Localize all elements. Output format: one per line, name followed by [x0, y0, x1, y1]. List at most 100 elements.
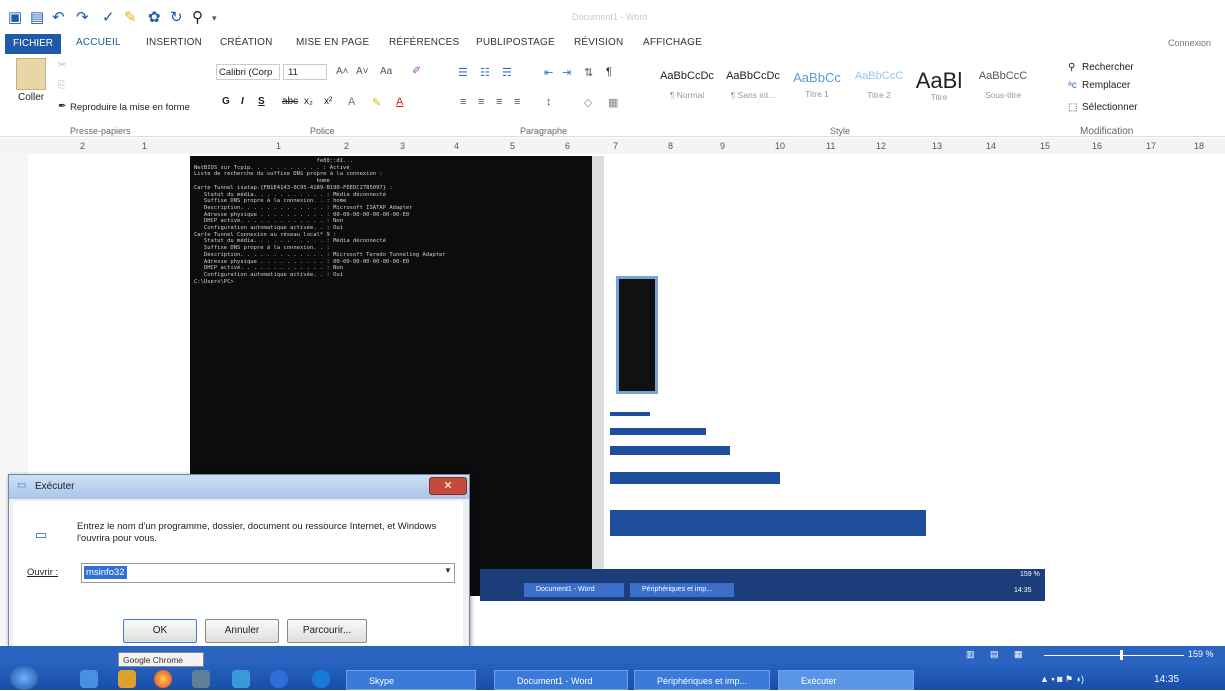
- cancel-button[interactable]: Annuler: [205, 619, 279, 643]
- close-icon[interactable]: ✕: [429, 477, 467, 495]
- sort-icon[interactable]: ⇅: [584, 66, 593, 79]
- start-button[interactable]: [10, 666, 38, 690]
- shading-icon[interactable]: ◇: [584, 96, 592, 109]
- select-icon[interactable]: ⬚: [1068, 102, 1077, 113]
- multilevel-list-icon[interactable]: ☴: [502, 66, 512, 79]
- style-normal[interactable]: AaBbCcDc ¶ Normal: [656, 70, 718, 108]
- find-button[interactable]: Rechercher: [1082, 62, 1134, 73]
- format-painter-icon[interactable]: ✒: [58, 101, 66, 112]
- style-heading-1[interactable]: AaBbCc Titre 1: [786, 70, 848, 108]
- internet-explorer-icon[interactable]: [232, 670, 250, 688]
- grow-font-icon[interactable]: A˄: [336, 66, 349, 77]
- open-label: Ouvrir :: [27, 567, 59, 578]
- italic-icon[interactable]: I: [241, 96, 244, 107]
- borders-icon[interactable]: ▦: [608, 96, 618, 109]
- style-sample: AaBbCcDc: [660, 70, 714, 82]
- format-painter-button[interactable]: Reproduire la mise en forme: [70, 102, 190, 113]
- style-name: Titre 2: [867, 90, 891, 100]
- paste-button[interactable]: Coller: [18, 92, 44, 103]
- strikethrough-icon[interactable]: abc: [282, 96, 298, 107]
- refresh-icon[interactable]: ↻: [170, 10, 183, 26]
- show-marks-icon[interactable]: ¶: [606, 66, 612, 78]
- tray-icons[interactable]: ▲ ▪ ◙ ⚑ ◖): [1040, 674, 1084, 685]
- cmd-output-line: Suffixe DNS propre à la connexion. . :: [194, 245, 330, 252]
- tab-insertion[interactable]: INSERTION: [146, 37, 202, 48]
- shrink-font-icon[interactable]: A˅: [356, 66, 369, 77]
- redo-icon[interactable]: ↷: [76, 10, 89, 26]
- nested-zoom-level: 159 %: [1020, 571, 1040, 578]
- highlight-icon[interactable]: ✎: [124, 10, 137, 26]
- run-dialog-titlebar[interactable]: ▭ Exécuter ✕: [9, 475, 469, 499]
- paste-icon[interactable]: [16, 58, 46, 90]
- taskbar-item-executer[interactable]: Exécuter: [778, 670, 914, 690]
- underline-icon[interactable]: S: [258, 96, 265, 107]
- find-icon[interactable]: ⚲: [1068, 62, 1075, 73]
- align-right-icon[interactable]: ≡: [496, 96, 502, 108]
- read-mode-icon[interactable]: ▥: [966, 649, 975, 660]
- tab-revision[interactable]: RÉVISION: [574, 37, 623, 48]
- explorer-icon[interactable]: [80, 670, 98, 688]
- web-layout-icon[interactable]: ▦: [1014, 649, 1023, 660]
- align-center-icon[interactable]: ≡: [478, 96, 484, 108]
- style-no-spacing[interactable]: AaBbCcDc ¶ Sans int...: [722, 70, 784, 108]
- select-button[interactable]: Sélectionner: [1082, 102, 1138, 113]
- style-title[interactable]: AaBl Titre: [908, 70, 970, 108]
- increase-indent-icon[interactable]: ⇥: [562, 66, 571, 79]
- align-left-icon[interactable]: ≡: [460, 96, 466, 108]
- open-input[interactable]: msinfo32 ▼: [81, 563, 455, 583]
- chevron-down-icon[interactable]: ▼: [444, 566, 452, 575]
- clear-format-icon[interactable]: ✐: [412, 64, 421, 77]
- chrome-icon[interactable]: [154, 670, 172, 688]
- media-icon[interactable]: [192, 670, 210, 688]
- tab-references[interactable]: RÉFÉRENCES: [389, 37, 459, 48]
- app-icon[interactable]: [312, 670, 330, 688]
- zoom-slider-thumb[interactable]: [1120, 650, 1123, 660]
- font-name-select[interactable]: Calibri (Corp: [216, 64, 280, 80]
- taskbar-item-skype[interactable]: Skype: [346, 670, 476, 690]
- style-subtitle[interactable]: AaBbCcC Sous-titre: [972, 70, 1034, 108]
- justify-icon[interactable]: ≡: [514, 96, 520, 108]
- bullets-icon[interactable]: ☰: [458, 66, 468, 79]
- copy-icon[interactable]: ⎘: [58, 80, 66, 91]
- paint-icon[interactable]: ✿: [148, 10, 161, 26]
- tab-fichier[interactable]: FICHIER: [5, 34, 61, 54]
- customize-qat-icon[interactable]: ▾: [212, 10, 217, 26]
- print-layout-icon[interactable]: ▤: [990, 649, 999, 660]
- subscript-icon[interactable]: x₂: [304, 96, 313, 107]
- browse-button[interactable]: Parcourir...: [287, 619, 367, 643]
- highlight-color-icon[interactable]: ✎: [372, 96, 381, 109]
- bold-icon[interactable]: G: [222, 96, 230, 107]
- font-color-icon[interactable]: A: [396, 96, 403, 108]
- binoculars-icon[interactable]: ⚲: [192, 10, 203, 26]
- line-spacing-icon[interactable]: ↕: [546, 96, 552, 108]
- cut-icon[interactable]: ✂: [58, 60, 66, 71]
- replace-button[interactable]: Remplacer: [1082, 80, 1130, 91]
- app-icon[interactable]: [270, 670, 288, 688]
- spelling-icon[interactable]: ✓: [102, 10, 115, 26]
- tab-mise-en-page[interactable]: MISE EN PAGE: [296, 37, 369, 48]
- taskbar-item-word[interactable]: Document1 - Word: [494, 670, 628, 690]
- replace-icon[interactable]: ᵃc: [1068, 80, 1077, 91]
- numbering-icon[interactable]: ☷: [480, 66, 490, 79]
- tab-accueil[interactable]: ACCUEIL: [76, 37, 121, 48]
- save-icon[interactable]: ▤: [30, 10, 44, 26]
- tab-affichage[interactable]: AFFICHAGE: [643, 37, 702, 48]
- ruler-number: 9: [720, 141, 726, 151]
- clock[interactable]: 14:35: [1154, 674, 1179, 685]
- decrease-indent-icon[interactable]: ⇤: [544, 66, 553, 79]
- superscript-icon[interactable]: x²: [324, 96, 332, 107]
- tab-publipostage[interactable]: PUBLIPOSTAGE: [476, 37, 555, 48]
- tab-creation[interactable]: CRÉATION: [220, 37, 273, 48]
- undo-icon[interactable]: ↶: [52, 10, 65, 26]
- ok-button[interactable]: OK: [123, 619, 197, 643]
- change-case-icon[interactable]: Aa: [380, 66, 392, 77]
- word-app-icon: ▣: [8, 9, 23, 26]
- zoom-slider[interactable]: [1044, 655, 1184, 656]
- style-heading-2[interactable]: AaBbCcC Titre 2: [848, 70, 910, 108]
- folder-icon[interactable]: [118, 670, 136, 688]
- text-effects-icon[interactable]: A: [348, 96, 355, 108]
- font-size-select[interactable]: 11: [283, 64, 327, 80]
- zoom-level[interactable]: 159 %: [1188, 649, 1214, 659]
- run-program-icon: ▭: [35, 527, 48, 542]
- taskbar-item-peripheriques[interactable]: Périphériques et imp...: [634, 670, 770, 690]
